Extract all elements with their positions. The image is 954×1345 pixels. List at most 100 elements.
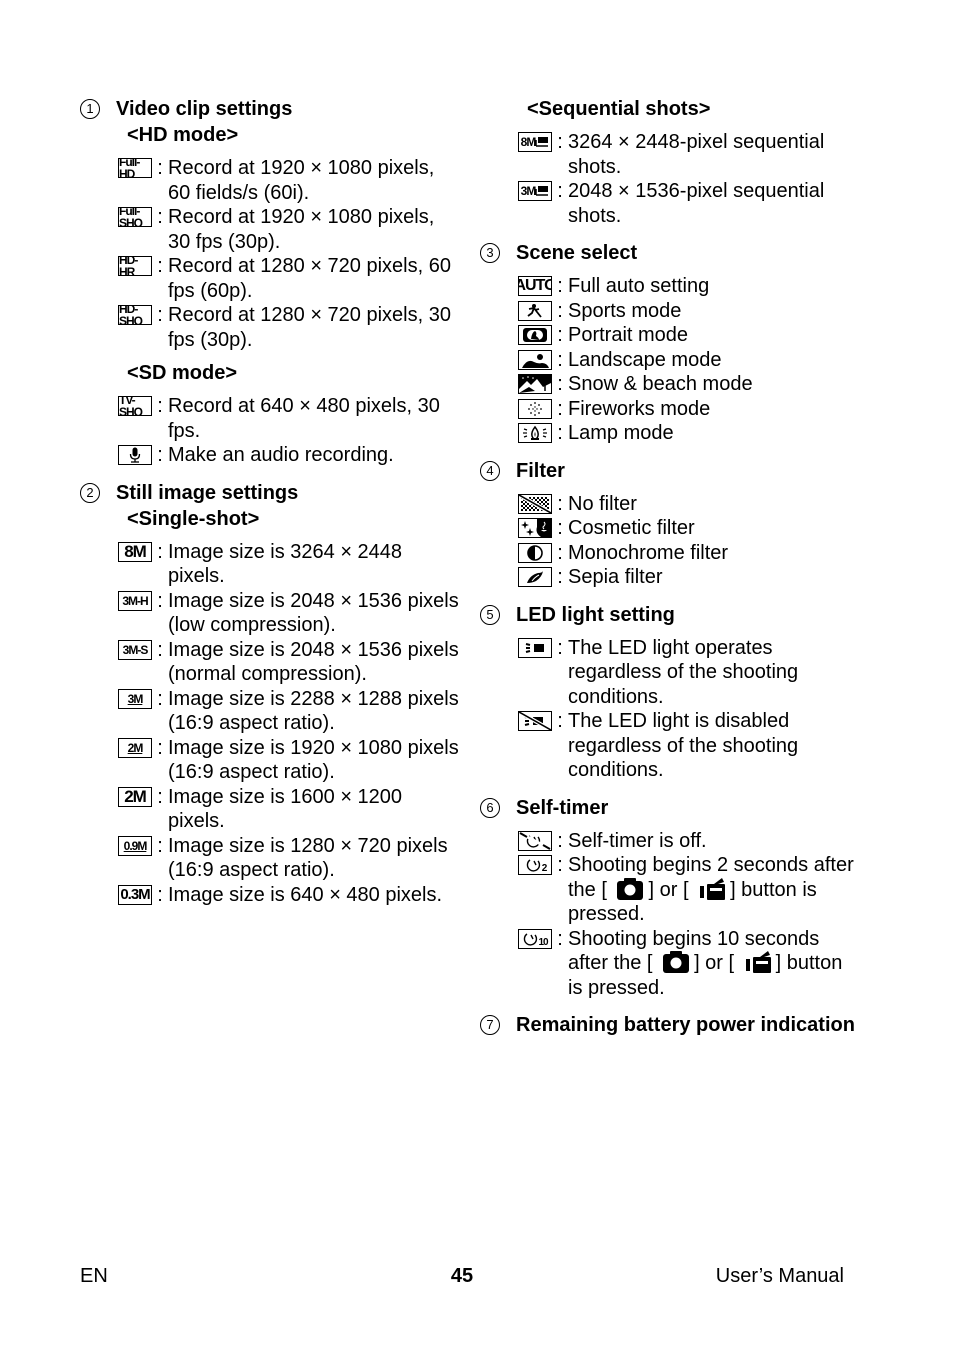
shutter-button-icon bbox=[617, 877, 644, 900]
item-description: Image size is 2048 × 1536 pixels (normal… bbox=[168, 638, 459, 686]
item-description: Make an audio recording. bbox=[168, 444, 394, 466]
item-description: Sports mode bbox=[568, 299, 682, 322]
item-description: 3264 × 2448-pixel sequential shots. bbox=[568, 131, 825, 178]
no-filter-icon bbox=[518, 493, 552, 514]
section-number: 2 bbox=[80, 482, 100, 503]
section-title: Self-timer bbox=[516, 796, 609, 819]
list-item: Full-HD : Record at 1920 × 1080 pixels, … bbox=[118, 156, 460, 205]
item-description: Snow & beach mode bbox=[568, 373, 753, 395]
item-description: The LED light is disabled regardless of … bbox=[568, 710, 799, 781]
sports-icon bbox=[518, 300, 552, 321]
section-number: 3 bbox=[480, 243, 500, 263]
list-item: 8M : Image size is 3264 × 2448 pixels. bbox=[118, 540, 460, 589]
sequential-3m-icon: 3M bbox=[518, 181, 552, 201]
list-item: AUTO : Full auto setting bbox=[518, 274, 860, 299]
item-description: Record at 1920 × 1080 pixels, 60 fields/… bbox=[168, 157, 435, 204]
full-hd-icon: Full-HD bbox=[118, 158, 152, 178]
list-item: : Sports mode bbox=[518, 299, 860, 324]
item-description: No filter bbox=[568, 492, 637, 515]
item-description: Fireworks mode bbox=[568, 397, 711, 420]
list-item: : Monochrome filter bbox=[518, 541, 860, 566]
size-8m-icon: 8M bbox=[118, 541, 152, 562]
item-description: 2048 × 1536-pixel sequential shots. bbox=[568, 180, 825, 227]
self-timer-2-icon: 2 bbox=[518, 855, 552, 875]
list-item: : Cosmetic filter bbox=[518, 516, 860, 541]
size-3m-s-icon: 3M-S bbox=[118, 639, 152, 660]
item-description: Image size is 3264 × 2448 pixels. bbox=[168, 540, 403, 588]
item-description: The LED light operates regardless of the… bbox=[568, 636, 799, 708]
movie-button-icon bbox=[745, 951, 771, 973]
item-description: Record at 1280 × 720 pixels, 30 fps (30p… bbox=[168, 304, 451, 351]
item-description: Image size is 1920 × 1080 pixels (16:9 a… bbox=[168, 736, 459, 784]
item-description: Shooting begins 10 seconds after the [ ]… bbox=[568, 927, 843, 999]
item-description: Image size is 1280 × 720 pixels (16:9 as… bbox=[168, 834, 448, 882]
auto-icon: AUTO bbox=[518, 276, 552, 296]
size-0-3m-icon: 0.3M bbox=[118, 884, 152, 905]
footer-manual-title: User’s Manual bbox=[715, 1265, 844, 1287]
list-item: : The LED light is disabled regardless o… bbox=[518, 709, 860, 783]
list-item: : Sepia filter bbox=[518, 565, 860, 590]
section-title: LED light setting bbox=[516, 603, 675, 626]
section-number: 6 bbox=[480, 797, 500, 818]
list-item: 8M : 3264 × 2448-pixel sequential shots. bbox=[518, 130, 860, 179]
list-item: : Self-timer is off. bbox=[518, 829, 860, 854]
item-description: Image size is 1600 × 1200 pixels. bbox=[168, 785, 403, 833]
size-3m-h-icon: 3M-H bbox=[118, 590, 152, 611]
size-3m-wide-icon: 3M bbox=[118, 688, 152, 709]
section-still-image-settings: 2 Still image settings <Single-shot> 8M … bbox=[80, 480, 460, 908]
list-item: HD-HR : Record at 1280 × 720 pixels, 60 … bbox=[118, 254, 460, 303]
item-description: Shooting begins 2 seconds after the [ ] … bbox=[568, 854, 854, 925]
section-title: Filter bbox=[516, 459, 565, 482]
list-item: 0.9M : Image size is 1280 × 720 pixels (… bbox=[118, 834, 460, 883]
list-item: : No filter bbox=[518, 492, 860, 517]
landscape-icon bbox=[518, 349, 552, 370]
sequential-8m-icon: 8M bbox=[518, 132, 552, 152]
size-0-9m-icon: 0.9M bbox=[118, 835, 152, 856]
section-title: Scene select bbox=[516, 242, 638, 264]
subsection-hd-mode: <HD mode> bbox=[127, 124, 239, 146]
list-item: : Lamp mode bbox=[518, 421, 860, 446]
subsection-sequential-shots: <Sequential shots> bbox=[527, 98, 711, 120]
section-filter: 4 Filter : No filter : Cosmetic filter:… bbox=[480, 458, 860, 590]
section-scene-select: 3 Scene select AUTO : Full auto setting … bbox=[480, 240, 860, 446]
item-description: Landscape mode bbox=[568, 348, 722, 371]
item-description: Image size is 2048 × 1536 pixels (low co… bbox=[168, 589, 459, 637]
list-item: 0.3M : Image size is 640 × 480 pixels. bbox=[118, 883, 460, 908]
section-title: Remaining battery power indication bbox=[516, 1014, 855, 1036]
microphone-icon bbox=[118, 445, 152, 465]
list-item: 2M : Image size is 1600 × 1200 pixels. bbox=[118, 785, 460, 834]
full-shq-icon: Full-SHQ bbox=[118, 207, 152, 227]
list-item: 3M-S : Image size is 2048 × 1536 pixels … bbox=[118, 638, 460, 687]
list-item: : Make an audio recording. bbox=[118, 443, 460, 468]
section-number: 4 bbox=[480, 460, 500, 481]
list-item: 3M : 2048 × 1536-pixel sequential shots. bbox=[518, 179, 860, 228]
list-item: 10 : Shooting begins 10 seconds after th… bbox=[518, 927, 860, 1001]
item-description: Record at 1280 × 720 pixels, 60 fps (60p… bbox=[168, 255, 451, 302]
monochrome-filter-icon bbox=[518, 542, 552, 563]
section-number: 5 bbox=[480, 604, 500, 625]
item-description: Cosmetic filter bbox=[568, 517, 695, 539]
item-description: Image size is 640 × 480 pixels. bbox=[168, 883, 443, 906]
hd-shq-icon: HD-SHQ bbox=[118, 305, 152, 325]
item-description: Record at 1920 × 1080 pixels, 30 fps (30… bbox=[168, 206, 435, 253]
shutter-button-icon bbox=[663, 951, 690, 973]
list-item: TV-SHQ : Record at 640 × 480 pixels, 30 … bbox=[118, 394, 460, 443]
list-item: Full-SHQ : Record at 1920 × 1080 pixels,… bbox=[118, 205, 460, 254]
left-column: 1 Video clip settings <HD mode> Full-HD … bbox=[80, 96, 460, 907]
list-item: 2M : Image size is 1920 × 1080 pixels (1… bbox=[118, 736, 460, 785]
size-2m-icon: 2M bbox=[118, 786, 152, 807]
list-item: 2 : Shooting begins 2 seconds after the … bbox=[518, 853, 860, 927]
section-self-timer: 6 Self-timer : Self-timer is off. 2 : Sh… bbox=[480, 795, 860, 1001]
list-item: 3M-H : Image size is 2048 × 1536 pixels … bbox=[118, 589, 460, 638]
section-number: 1 bbox=[80, 99, 100, 119]
page-footer: EN 45 User’s Manual bbox=[80, 1265, 844, 1291]
hd-hr-icon: HD-HR bbox=[118, 256, 152, 276]
tv-shq-icon: TV-SHQ bbox=[118, 396, 152, 416]
section-video-clip-settings: 1 Video clip settings <HD mode> Full-HD … bbox=[80, 96, 460, 468]
item-description: Self-timer is off. bbox=[568, 829, 707, 852]
list-item: : Fireworks mode bbox=[518, 397, 860, 422]
item-description: Portrait mode bbox=[568, 324, 689, 346]
section-title: Video clip settings bbox=[116, 98, 293, 120]
item-description: Sepia filter bbox=[568, 566, 663, 588]
list-item: : Portrait mode bbox=[518, 323, 860, 348]
